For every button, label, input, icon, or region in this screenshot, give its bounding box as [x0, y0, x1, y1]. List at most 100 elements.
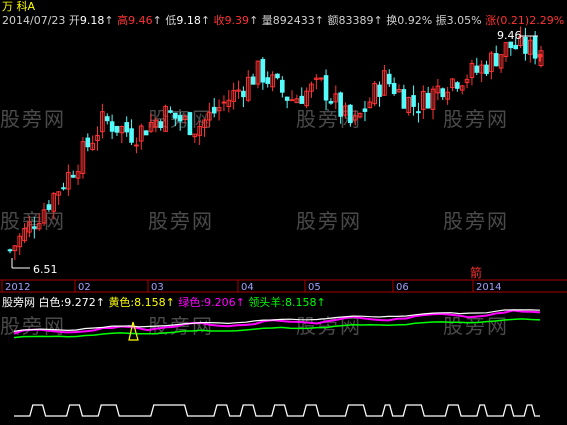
white-label: 白色:: [38, 296, 65, 309]
open-label: 开: [68, 14, 80, 27]
candle: [75, 164, 81, 185]
change-label: 涨: [485, 14, 497, 27]
candle-body: [158, 121, 164, 129]
candle: [425, 86, 431, 109]
candle-body: [129, 128, 134, 143]
candle: [474, 57, 480, 75]
candle-body: [323, 75, 329, 101]
candle: [255, 60, 261, 89]
candle-body: [70, 174, 76, 178]
green-value: 9.206: [204, 296, 236, 309]
candle: [36, 213, 42, 231]
x-tick-label: 06: [396, 282, 409, 293]
candle-body: [177, 115, 183, 122]
yellow-value: 8.158: [134, 296, 166, 309]
candle-body: [474, 65, 480, 73]
candle-body: [211, 106, 217, 114]
candle: [27, 216, 32, 238]
candle: [527, 36, 533, 63]
candle: [406, 96, 412, 116]
candle: [318, 77, 324, 82]
turnover-value: 0.92%: [397, 14, 433, 27]
candle-body: [455, 82, 460, 89]
quote-info-row: 2014/07/23 开9.18↑ 高9.46↑ 低9.18↑ 收9.39↑ 量…: [2, 14, 565, 27]
candle-body: [416, 111, 421, 114]
candle-body: [61, 187, 66, 190]
candle-body: [221, 101, 227, 104]
candle: [250, 73, 256, 85]
quote-date: 2014/07/23: [2, 14, 66, 27]
candle: [182, 113, 188, 124]
candle: [343, 102, 348, 119]
candle-body: [532, 36, 538, 59]
candle-body: [328, 101, 334, 104]
amplitude-label: 振: [435, 14, 447, 27]
candle-body: [109, 121, 115, 132]
close-label: 收: [213, 14, 225, 27]
candle: [177, 112, 183, 131]
candle: [523, 27, 528, 61]
candle: [411, 85, 416, 116]
candle-body: [411, 95, 416, 107]
candle-body: [377, 84, 382, 97]
x-tick-label: 05: [308, 282, 321, 293]
candle: [309, 81, 314, 98]
chart-stage: 股旁网 股旁网 股旁网 股旁网 股旁网 股旁网 股旁网 股旁网 股旁网 股旁网 …: [0, 0, 567, 425]
candle: [352, 110, 358, 126]
candle: [51, 191, 57, 220]
amplitude-value: 3.05%: [446, 14, 482, 27]
kline-chart: 2012 02 03 04 05 06 2014 9.46 6.51 箭: [0, 26, 567, 417]
candle-body: [440, 88, 446, 98]
candle-body: [508, 41, 514, 49]
x-tick-label: 02: [78, 282, 91, 293]
candle: [284, 96, 290, 109]
candle: [46, 200, 52, 212]
candle: [508, 41, 514, 56]
candle: [489, 50, 494, 80]
candle-body: [260, 58, 266, 83]
candle-body: [134, 144, 139, 147]
x-tick-label: 03: [151, 282, 164, 293]
yellow-label: 黄色:: [108, 296, 135, 309]
candle: [56, 190, 61, 205]
candle-body: [7, 249, 13, 252]
candle: [231, 82, 236, 110]
candle-body: [265, 77, 271, 84]
candle: [279, 76, 285, 98]
candle: [17, 233, 23, 255]
candle: [333, 85, 339, 110]
candle: [163, 104, 168, 132]
candle: [66, 164, 71, 196]
candle: [440, 87, 446, 101]
candle-body: [289, 99, 295, 102]
candle: [479, 60, 484, 83]
candle: [372, 80, 377, 107]
candle-body: [114, 125, 120, 133]
candle: [192, 133, 198, 143]
candle: [493, 45, 499, 67]
turnover-label: 换: [386, 14, 398, 27]
candle: [143, 130, 149, 136]
candle-body: [513, 44, 518, 50]
candle-body: [241, 90, 246, 98]
candle: [421, 85, 426, 119]
x-tick-label: 2014: [476, 282, 501, 293]
white-value: 9.272: [64, 296, 96, 309]
indicator-name: 股旁网: [2, 296, 35, 309]
candle: [362, 100, 368, 122]
candle: [100, 103, 105, 139]
candle: [70, 170, 76, 179]
leader-label: 领头羊:: [248, 296, 286, 309]
candle-body: [425, 92, 431, 109]
candle: [207, 102, 212, 128]
candle: [187, 111, 193, 136]
candle-body: [46, 204, 52, 210]
candle: [270, 71, 275, 92]
candle: [245, 70, 251, 103]
candle-body: [124, 122, 129, 133]
candle: [211, 98, 217, 118]
candle-body: [362, 108, 368, 112]
open-value: 9.18: [79, 14, 105, 27]
candle: [168, 106, 173, 114]
candle: [202, 118, 207, 137]
